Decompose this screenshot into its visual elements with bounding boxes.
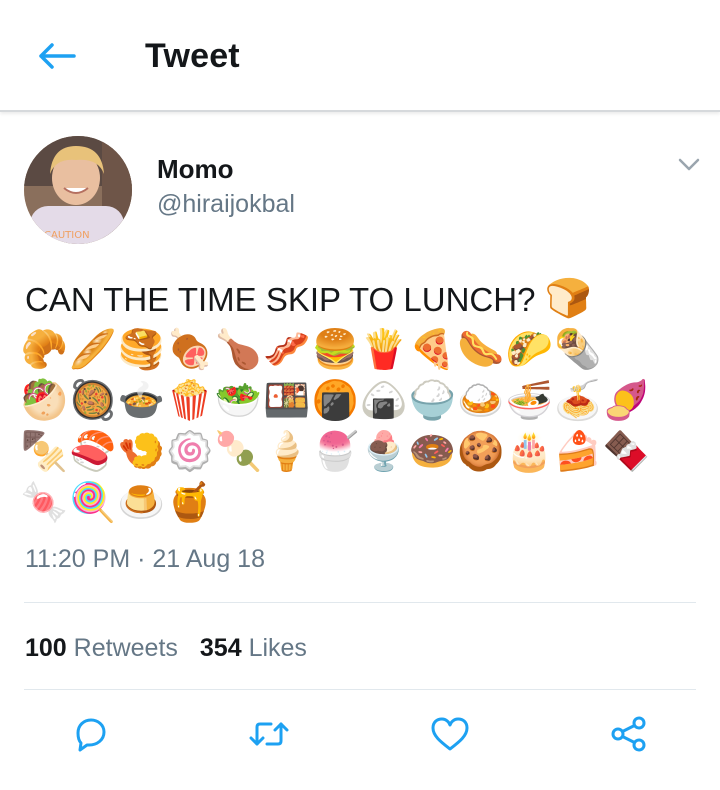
divider (24, 602, 696, 603)
chevron-down-icon (678, 158, 700, 171)
emoji: 🥙 (20, 378, 68, 422)
share-button[interactable] (607, 712, 651, 756)
emoji: 🥘 (69, 378, 117, 422)
emoji: 🍔 (311, 327, 359, 371)
emoji: 🍢 (20, 429, 68, 473)
emoji: 🍯 (166, 480, 214, 524)
emoji: 🌮 (505, 327, 553, 371)
emoji: 🥐 (20, 327, 68, 371)
emoji: 🍮 (117, 480, 165, 524)
tweet-timestamp[interactable]: 11:20 PM · 21 Aug 18 (25, 545, 265, 574)
avatar-photo: CAUTION (24, 136, 132, 244)
emoji: 🥓 (263, 327, 311, 371)
emoji: 🍙 (360, 378, 408, 422)
likes-stat[interactable]: 354 Likes (200, 634, 307, 662)
emoji: 🍫 (602, 429, 650, 473)
tweet-detail: CAUTION Momo @hiraijokbal CAN THE TIME S… (0, 112, 720, 790)
tweet-text: CAN THE TIME SKIP TO LUNCH? 🍞 (25, 278, 685, 320)
tweet-action-bar (0, 712, 720, 772)
emoji: 🍰 (554, 429, 602, 473)
tweet-stats: 100 Retweets 354 Likes (25, 634, 307, 663)
tweet-options-button[interactable] (674, 152, 704, 178)
emoji: 🍪 (457, 429, 505, 473)
emoji: 🥞 (117, 327, 165, 371)
emoji-grid: 🥐🥖🥞🍖🍗🥓🍔🍟🍕🌭🌮🌯 🥙🥘🍲🍿🥗🍱🍘🍙🍚🍛🍜🍝🍠 🍢🍣🍤🍥🍡🍦🍧🍨🍩🍪🎂🍰🍫… (20, 324, 690, 528)
emoji: 🍜 (505, 378, 553, 422)
back-arrow-icon (39, 43, 76, 69)
emoji: 🍛 (457, 378, 505, 422)
retweets-stat[interactable]: 100 Retweets (25, 634, 178, 662)
back-button[interactable] (34, 36, 78, 76)
emoji: 🎂 (505, 429, 553, 473)
author-handle[interactable]: @hiraijokbal (157, 190, 295, 219)
likes-count: 354 (199, 634, 242, 662)
emoji: 🍲 (117, 378, 165, 422)
heart-icon (431, 717, 469, 751)
emoji: 🍟 (360, 327, 408, 371)
divider (24, 689, 696, 690)
retweet-icon (249, 722, 289, 746)
emoji: 🍦 (263, 429, 311, 473)
tweet-text-body: CAN THE TIME SKIP TO LUNCH? (25, 281, 536, 318)
retweet-button[interactable] (247, 712, 291, 756)
avatar[interactable]: CAUTION (24, 136, 132, 244)
emoji: 🌯 (554, 327, 602, 371)
reply-icon (76, 718, 106, 752)
emoji: 🍕 (408, 327, 456, 371)
emoji: 🍭 (69, 480, 117, 524)
share-icon (611, 716, 646, 752)
avatar-shirt-text: CAUTION (44, 230, 90, 241)
emoji: 🍚 (408, 378, 456, 422)
emoji: 🍥 (166, 429, 214, 473)
retweets-count: 100 (25, 634, 67, 662)
emoji: 🍝 (554, 378, 602, 422)
emoji: 🍠 (602, 378, 650, 422)
emoji: 🍗 (214, 327, 262, 371)
page-title: Tweet (145, 37, 240, 75)
emoji: 🍘 (311, 378, 359, 422)
emoji: 🍿 (166, 378, 214, 422)
reply-button[interactable] (68, 712, 112, 756)
emoji: 🍖 (166, 327, 214, 371)
top-app-bar: Tweet (0, 0, 720, 112)
emoji: 🍤 (117, 429, 165, 473)
emoji: 🍩 (408, 429, 456, 473)
emoji: 🍡 (214, 429, 262, 473)
emoji: 🍨 (360, 429, 408, 473)
emoji-bread: 🍞 (544, 276, 592, 320)
emoji: 🥖 (69, 327, 117, 371)
retweets-label: Retweets (73, 634, 178, 662)
emoji: 🌭 (457, 327, 505, 371)
like-button[interactable] (428, 712, 472, 756)
emoji: 🍧 (311, 429, 359, 473)
emoji: 🍣 (69, 429, 117, 473)
likes-label: Likes (248, 634, 307, 662)
emoji: 🥗 (214, 378, 262, 422)
emoji: 🍬 (20, 480, 68, 524)
emoji: 🍱 (263, 378, 311, 422)
author-display-name[interactable]: Momo (157, 154, 234, 185)
